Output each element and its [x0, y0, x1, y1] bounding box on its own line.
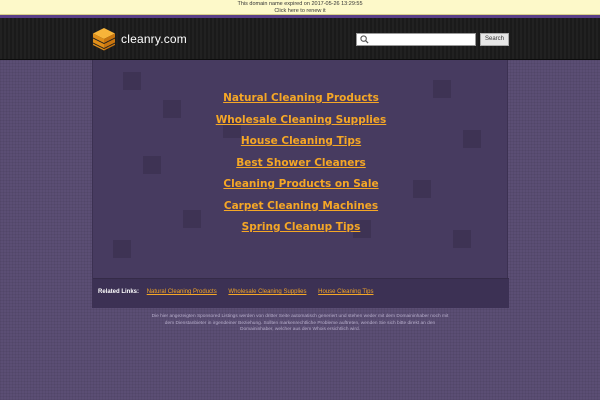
sponsored-link[interactable]: Cleaning Products on Sale	[93, 174, 509, 196]
search-icon	[360, 35, 369, 44]
sponsored-link[interactable]: Best Shower Cleaners	[93, 153, 509, 175]
sponsored-link[interactable]: House Cleaning Tips	[93, 131, 509, 153]
notice-text: This domain name expired on 2017-05-26 1…	[237, 1, 363, 7]
header-bar: cleanry.com Search	[0, 18, 600, 60]
related-links-label: Related Links:	[98, 289, 140, 295]
logo[interactable]: cleanry.com	[92, 27, 187, 51]
sponsored-link[interactable]: Carpet Cleaning Machines	[93, 196, 509, 218]
layered-box-logo-icon	[93, 28, 115, 51]
background-tile	[113, 240, 131, 258]
sponsored-links-list: Natural Cleaning Products Wholesale Clea…	[93, 88, 509, 239]
search-input[interactable]	[357, 34, 475, 45]
main-panel: Natural Cleaning Products Wholesale Clea…	[92, 60, 509, 308]
related-link[interactable]: Wholesale Cleaning Supplies	[228, 289, 306, 295]
sponsored-link[interactable]: Wholesale Cleaning Supplies	[93, 110, 509, 132]
site-name: cleanry.com	[121, 32, 187, 46]
related-links-bar: Related Links: Natural Cleaning Products…	[93, 278, 509, 308]
search-button[interactable]: Search	[480, 33, 509, 46]
search-field[interactable]	[356, 33, 476, 46]
related-link[interactable]: Natural Cleaning Products	[147, 289, 217, 295]
renew-link[interactable]: Click here to renew it	[0, 8, 600, 15]
disclaimer-text: Die hier angezeigten Sponsored Listings …	[151, 314, 449, 332]
sponsored-link[interactable]: Natural Cleaning Products	[93, 88, 509, 110]
domain-expired-notice: This domain name expired on 2017-05-26 1…	[0, 0, 600, 15]
sponsored-link[interactable]: Spring Cleanup Tips	[93, 217, 509, 239]
related-link[interactable]: House Cleaning Tips	[318, 289, 373, 295]
search-form: Search	[356, 33, 509, 46]
